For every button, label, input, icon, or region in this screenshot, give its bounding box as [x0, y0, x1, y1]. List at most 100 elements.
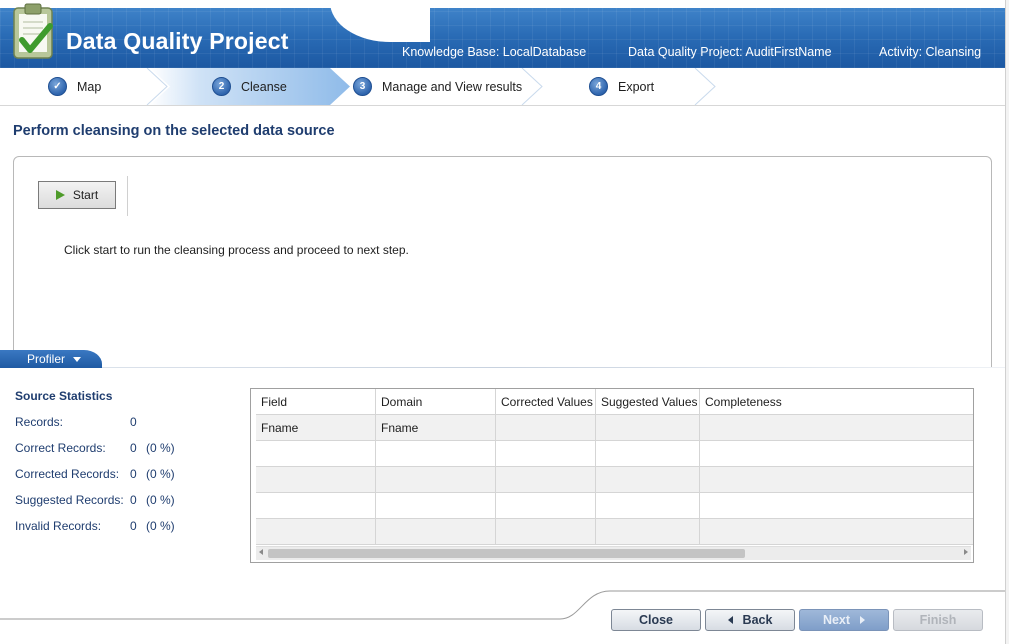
window-edge	[1005, 0, 1009, 644]
cell-completeness	[700, 415, 973, 440]
step-manage-results[interactable]: 3 Manage and View results	[353, 68, 522, 105]
chevron-right-icon	[860, 616, 866, 624]
step-cleanse[interactable]: 2 Cleanse	[212, 68, 287, 105]
step-number-icon: 4	[589, 77, 608, 96]
stat-label: Invalid Records:	[15, 519, 102, 533]
stat-label: Records:	[15, 415, 64, 429]
step-separator	[146, 68, 168, 105]
empty-cell	[700, 467, 973, 492]
step-label: Manage and View results	[382, 79, 523, 94]
scroll-left-icon[interactable]	[259, 549, 263, 555]
start-button[interactable]: Start	[38, 181, 116, 209]
stat-value: 0	[130, 493, 137, 507]
stat-corrected-records: Corrected Records: 0 (0 %)	[15, 467, 175, 481]
step-separator	[521, 68, 543, 105]
profiler-toggle[interactable]: Profiler	[0, 350, 102, 368]
empty-cell	[700, 441, 973, 466]
empty-cell	[256, 467, 376, 492]
activity-label: Activity: Cleansing	[879, 45, 982, 59]
empty-cell	[496, 519, 596, 544]
stat-suggested-records: Suggested Records: 0 (0 %)	[15, 493, 175, 507]
empty-cell	[496, 441, 596, 466]
stat-percent: (0 %)	[146, 493, 175, 507]
cell-corrected-values	[496, 415, 596, 440]
cell-suggested-values	[596, 415, 700, 440]
empty-cell	[376, 441, 496, 466]
app-header: Data Quality Project Knowledge Base: Loc…	[0, 0, 1005, 68]
stat-invalid-records: Invalid Records: 0 (0 %)	[15, 519, 175, 533]
cell-domain: Fname	[376, 415, 496, 440]
profiler-label: Profiler	[27, 352, 66, 366]
stat-label: Suggested Records:	[15, 493, 124, 507]
table-row[interactable]: Fname Fname	[256, 415, 973, 441]
empty-cell	[596, 441, 700, 466]
clipboard-check-icon	[13, 3, 53, 59]
stat-percent: (0 %)	[146, 441, 175, 455]
cell-field: Fname	[256, 415, 376, 440]
empty-cell	[596, 467, 700, 492]
table-row	[256, 467, 973, 493]
column-header-field[interactable]: Field	[256, 389, 376, 414]
column-header-corrected-values[interactable]: Corrected Values	[496, 389, 596, 414]
source-statistics-title: Source Statistics	[15, 389, 113, 403]
stat-correct-records: Correct Records: 0 (0 %)	[15, 441, 175, 455]
column-header-completeness[interactable]: Completeness	[700, 389, 973, 414]
page-title: Perform cleansing on the selected data s…	[13, 123, 335, 139]
profiler-grid[interactable]: Field Domain Corrected Values Suggested …	[250, 388, 974, 563]
stat-value: 0	[130, 467, 137, 481]
empty-cell	[256, 519, 376, 544]
cleanse-panel	[13, 156, 992, 388]
toolbar-divider	[127, 176, 128, 216]
instruction-text: Click start to run the cleansing process…	[64, 243, 409, 257]
stat-label: Correct Records:	[15, 441, 106, 455]
profiler-divider	[0, 367, 1005, 368]
empty-cell	[596, 493, 700, 518]
table-row	[256, 519, 973, 545]
stat-label: Corrected Records:	[15, 467, 120, 481]
chevron-left-icon	[727, 616, 733, 624]
empty-cell	[256, 441, 376, 466]
close-button[interactable]: Close	[611, 609, 701, 631]
stat-records: Records: 0	[15, 415, 137, 429]
table-row	[256, 441, 973, 467]
app-title: Data Quality Project	[66, 28, 289, 54]
empty-cell	[376, 467, 496, 492]
table-row	[256, 493, 973, 519]
stat-percent: (0 %)	[146, 467, 175, 481]
scroll-right-icon[interactable]	[964, 549, 968, 555]
stat-value: 0	[130, 441, 137, 455]
step-label: Cleanse	[241, 79, 287, 94]
empty-cell	[376, 493, 496, 518]
column-header-suggested-values[interactable]: Suggested Values	[596, 389, 700, 414]
play-icon	[55, 190, 65, 200]
empty-cell	[700, 493, 973, 518]
chevron-down-icon	[73, 357, 82, 362]
next-label: Next	[822, 613, 851, 627]
next-button[interactable]: Next	[799, 609, 889, 631]
column-header-domain[interactable]: Domain	[376, 389, 496, 414]
step-label: Map	[77, 79, 102, 94]
empty-cell	[700, 519, 973, 544]
finish-button[interactable]: Finish	[893, 609, 983, 631]
step-label: Export	[618, 79, 655, 94]
finish-label: Finish	[919, 613, 957, 627]
close-label: Close	[638, 613, 674, 627]
stat-value: 0	[130, 519, 137, 533]
step-separator	[694, 68, 716, 105]
empty-cell	[496, 493, 596, 518]
stat-percent: (0 %)	[146, 519, 175, 533]
grid-header-row: Field Domain Corrected Values Suggested …	[256, 389, 973, 415]
empty-cell	[496, 467, 596, 492]
project-label: Data Quality Project: AuditFirstName	[628, 45, 832, 59]
step-export[interactable]: 4 Export	[589, 68, 654, 105]
empty-cell	[256, 493, 376, 518]
scrollbar-thumb[interactable]	[268, 549, 745, 558]
checkmark-icon: ✓	[48, 77, 67, 96]
horizontal-scrollbar[interactable]	[256, 546, 971, 560]
start-label: Start	[72, 188, 99, 202]
step-map[interactable]: ✓ Map	[48, 68, 101, 105]
empty-cell	[376, 519, 496, 544]
step-number-icon: 2	[212, 77, 231, 96]
back-button[interactable]: Back	[705, 609, 795, 631]
wizard-steps: ✓ Map 2 Cleanse 3 Manage and View result…	[0, 68, 1005, 106]
